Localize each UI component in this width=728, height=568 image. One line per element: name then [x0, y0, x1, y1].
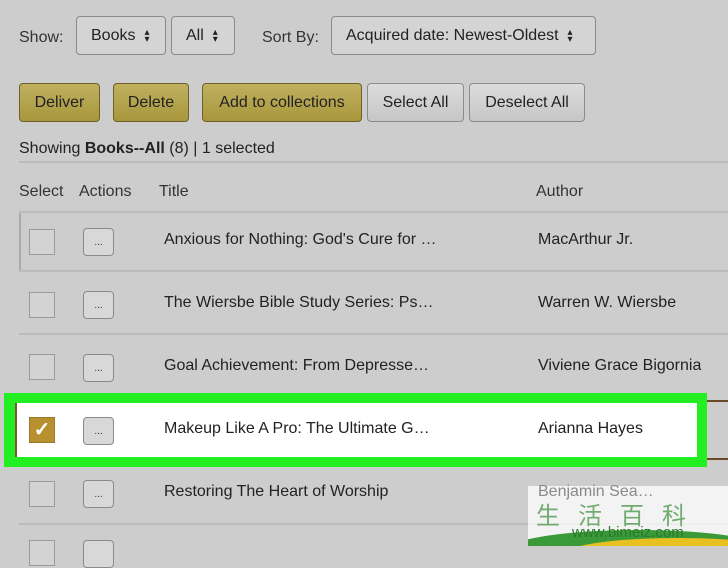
row-title[interactable]: Restoring The Heart of Worship [164, 483, 388, 501]
row-actions-button[interactable]: ... [83, 417, 114, 445]
chevron-updown-icon: ▴ ▾ [144, 26, 150, 45]
row-checkbox[interactable] [29, 481, 55, 507]
row-title[interactable]: Goal Achievement: From Depresse… [164, 357, 429, 375]
divider [19, 270, 728, 272]
row-checkbox-checked[interactable]: ✓ [29, 417, 55, 443]
sort-select[interactable]: Acquired date: Newest-Oldest ▴ ▾ [331, 16, 596, 55]
scope-select-value: All [186, 26, 204, 44]
row-actions-button[interactable]: ... [83, 480, 114, 508]
row-checkbox[interactable] [29, 354, 55, 380]
column-actions: Actions [79, 183, 132, 200]
row-author: Viviene Grace Bigornia [538, 357, 702, 374]
row-actions-button[interactable]: ... [83, 228, 114, 256]
type-select[interactable]: Books ▴ ▾ [76, 16, 166, 55]
deliver-button[interactable]: Deliver [19, 83, 100, 122]
row-author: Arianna Hayes [538, 420, 643, 437]
checkmark-icon: ✓ [33, 419, 51, 441]
row-title[interactable]: Makeup Like A Pro: The Ultimate G… [164, 420, 430, 438]
row-author: MacArthur Jr. [538, 231, 634, 248]
row-author: Warren W. Wiersbe [538, 294, 677, 311]
showing-summary: Showing Books--All (8) | 1 selected [19, 140, 275, 158]
summary-filter: Books--All [84, 140, 165, 157]
chevron-updown-icon: ▴ ▾ [212, 26, 218, 45]
show-label: Show: [19, 29, 64, 46]
column-author[interactable]: Author [536, 183, 583, 201]
summary-count: (8) | 1 selected [164, 140, 275, 157]
column-title[interactable]: Title [159, 183, 189, 201]
row-checkbox[interactable] [29, 292, 55, 318]
summary-prefix: Showing [19, 140, 85, 157]
row-checkbox[interactable] [29, 229, 55, 255]
deselect-all-button[interactable]: Deselect All [469, 83, 585, 122]
row-border [706, 400, 728, 460]
chevron-updown-icon: ▴ ▾ [567, 26, 573, 45]
row-actions-button[interactable]: ... [83, 291, 114, 319]
type-select-value: Books [91, 26, 136, 44]
row-title[interactable]: Anxious for Nothing: God's Cure for … [164, 231, 437, 249]
scope-select[interactable]: All ▴ ▾ [171, 16, 235, 55]
watermark-url: www.bimeiz.com [572, 524, 684, 541]
select-all-button[interactable]: Select All [367, 83, 464, 122]
row-title[interactable]: The Wiersbe Bible Study Series: Ps… [164, 294, 433, 312]
row-checkbox[interactable] [29, 540, 55, 566]
column-select: Select [19, 183, 64, 200]
sort-select-value: Acquired date: Newest-Oldest [346, 26, 559, 44]
row-author: Benjamin Sea… [538, 483, 654, 500]
add-to-collections-button[interactable]: Add to collections [202, 83, 362, 122]
row-actions-button[interactable] [83, 540, 114, 568]
sort-label: Sort By: [262, 29, 319, 46]
divider [19, 161, 728, 163]
delete-button[interactable]: Delete [113, 83, 189, 122]
row-actions-button[interactable]: ... [83, 354, 114, 382]
divider [19, 333, 728, 335]
